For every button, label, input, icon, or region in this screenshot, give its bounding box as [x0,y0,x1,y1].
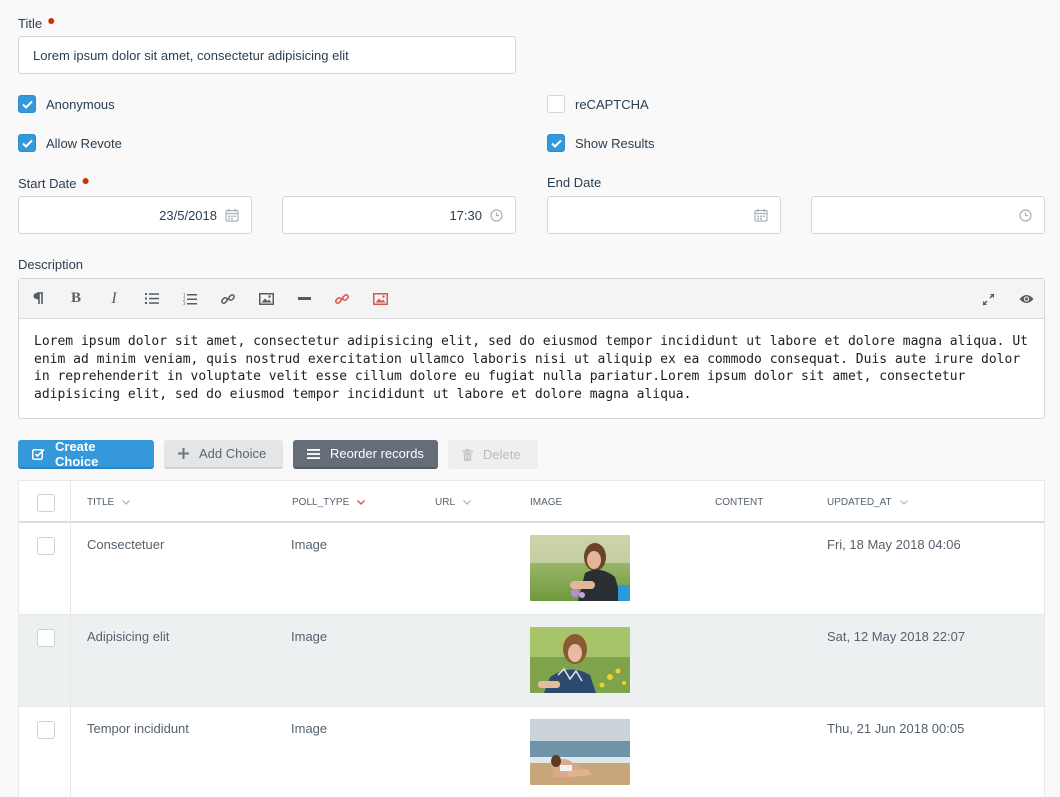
editor-toolbar: B I 123 [19,279,1044,319]
bullet-list-icon[interactable] [133,279,171,319]
numbered-list-icon[interactable]: 123 [171,279,209,319]
start-time-value: 17:30 [449,207,482,223]
allow-revote-checkbox[interactable] [18,134,36,152]
table-header: TITLE POLL_TYPE URL IMAGE CONTENT UPDATE… [19,481,1044,523]
end-date-input[interactable] [547,196,781,234]
title-label: Title ● [18,12,56,31]
media-image-icon[interactable] [361,279,399,319]
calendar-icon [225,209,239,222]
end-time-input[interactable] [811,196,1045,234]
allow-revote-checkbox-row[interactable]: Allow Revote [18,133,122,153]
row-title: Consectetuer [87,537,165,552]
calendar-icon [754,209,768,222]
chevron-down-icon [463,499,471,505]
choices-table: TITLE POLL_TYPE URL IMAGE CONTENT UPDATE… [18,480,1045,797]
create-choice-label: Create Choice [55,438,99,469]
row-title: Adipisicing elit [87,629,170,644]
row-poll-type: Image [291,537,328,552]
start-date-input[interactable]: 23/5/2018 [18,196,252,234]
required-marker: ● [81,172,90,188]
check-icon [550,139,562,148]
column-updated-at[interactable]: UPDATED_AT [827,481,908,523]
edit-check-icon [32,448,45,460]
description-editor[interactable]: B I 123 Lorem ipsum dolor sit amet, cons… [18,278,1045,419]
column-title[interactable]: TITLE [87,481,131,523]
row-checkbox[interactable] [37,721,55,739]
plus-icon [178,448,189,459]
column-poll-type[interactable]: POLL_TYPE [292,481,366,523]
row-title: Tempor incididunt [87,721,189,736]
delete-label: Delete [483,447,521,462]
row-updated-at: Sat, 12 May 2018 22:07 [827,629,966,644]
row-updated-at: Fri, 18 May 2018 04:06 [827,537,961,552]
row-poll-type: Image [291,721,328,736]
description-content[interactable]: Lorem ipsum dolor sit amet, consectetur … [19,319,1044,403]
end-date-label: End Date [547,175,602,190]
chevron-down-icon [122,499,131,505]
description-label: Description [18,257,84,272]
column-image: IMAGE [530,496,563,508]
table-row[interactable]: Tempor incididunt Image Thu, 21 Jun 2018… [19,707,1044,797]
title-input-value: Lorem ipsum dolor sit amet, consectetur … [33,47,349,63]
media-link-icon[interactable] [323,279,361,319]
reorder-records-button[interactable]: Reorder records [293,440,438,469]
allow-revote-label: Allow Revote [46,135,122,151]
anonymous-label: Anonymous [46,96,115,112]
add-choice-button[interactable]: Add Choice [164,440,283,469]
row-poll-type: Image [291,629,328,644]
row-image-thumbnail [530,535,630,601]
bold-icon[interactable]: B [57,279,95,319]
reorder-records-label: Reorder records [330,446,424,461]
fullscreen-icon[interactable] [969,279,1007,319]
anonymous-checkbox[interactable] [18,95,36,113]
trash-icon [462,448,473,461]
table-row[interactable]: Adipisicing elit Image Sat, 12 May 2018 … [19,615,1044,707]
chevron-down-icon [899,499,908,505]
recaptcha-checkbox[interactable] [547,95,565,113]
svg-text:3: 3 [183,301,186,305]
start-date-label: Start Date ● [18,172,90,191]
horizontal-rule-icon[interactable] [285,279,323,319]
create-choice-button[interactable]: Create Choice [18,438,154,469]
italic-icon[interactable]: I [95,279,133,319]
sort-active-chevron-icon [357,499,366,505]
list-icon [307,448,320,459]
select-all-checkbox[interactable] [37,494,55,512]
row-checkbox[interactable] [37,629,55,647]
show-results-label: Show Results [575,135,655,151]
column-url[interactable]: URL [435,481,471,523]
title-input[interactable]: Lorem ipsum dolor sit amet, consectetur … [18,36,516,74]
start-date-value: 23/5/2018 [159,207,217,223]
row-image-thumbnail [530,719,630,785]
anonymous-checkbox-row[interactable]: Anonymous [18,94,115,114]
add-choice-label: Add Choice [199,446,267,461]
table-row[interactable]: Consectetuer Image Fri, 18 May 2018 04:0… [19,523,1044,615]
recaptcha-checkbox-row[interactable]: reCAPTCHA [547,94,649,114]
clock-icon [1019,208,1032,222]
paragraph-icon[interactable] [19,279,57,319]
required-marker: ● [47,12,56,28]
image-icon[interactable] [247,279,285,319]
column-content: CONTENT [715,496,764,508]
row-checkbox[interactable] [37,537,55,555]
show-results-checkbox-row[interactable]: Show Results [547,133,654,153]
row-updated-at: Thu, 21 Jun 2018 00:05 [827,721,965,736]
show-results-checkbox[interactable] [547,134,565,152]
preview-icon[interactable] [1007,279,1045,319]
header-check-cell [19,481,71,523]
clock-icon [490,208,503,222]
check-icon [21,100,33,109]
start-time-input[interactable]: 17:30 [282,196,516,234]
check-icon [21,139,33,148]
delete-button[interactable]: Delete [448,440,538,469]
recaptcha-label: reCAPTCHA [575,96,649,112]
row-image-thumbnail [530,627,630,693]
link-icon[interactable] [209,279,247,319]
